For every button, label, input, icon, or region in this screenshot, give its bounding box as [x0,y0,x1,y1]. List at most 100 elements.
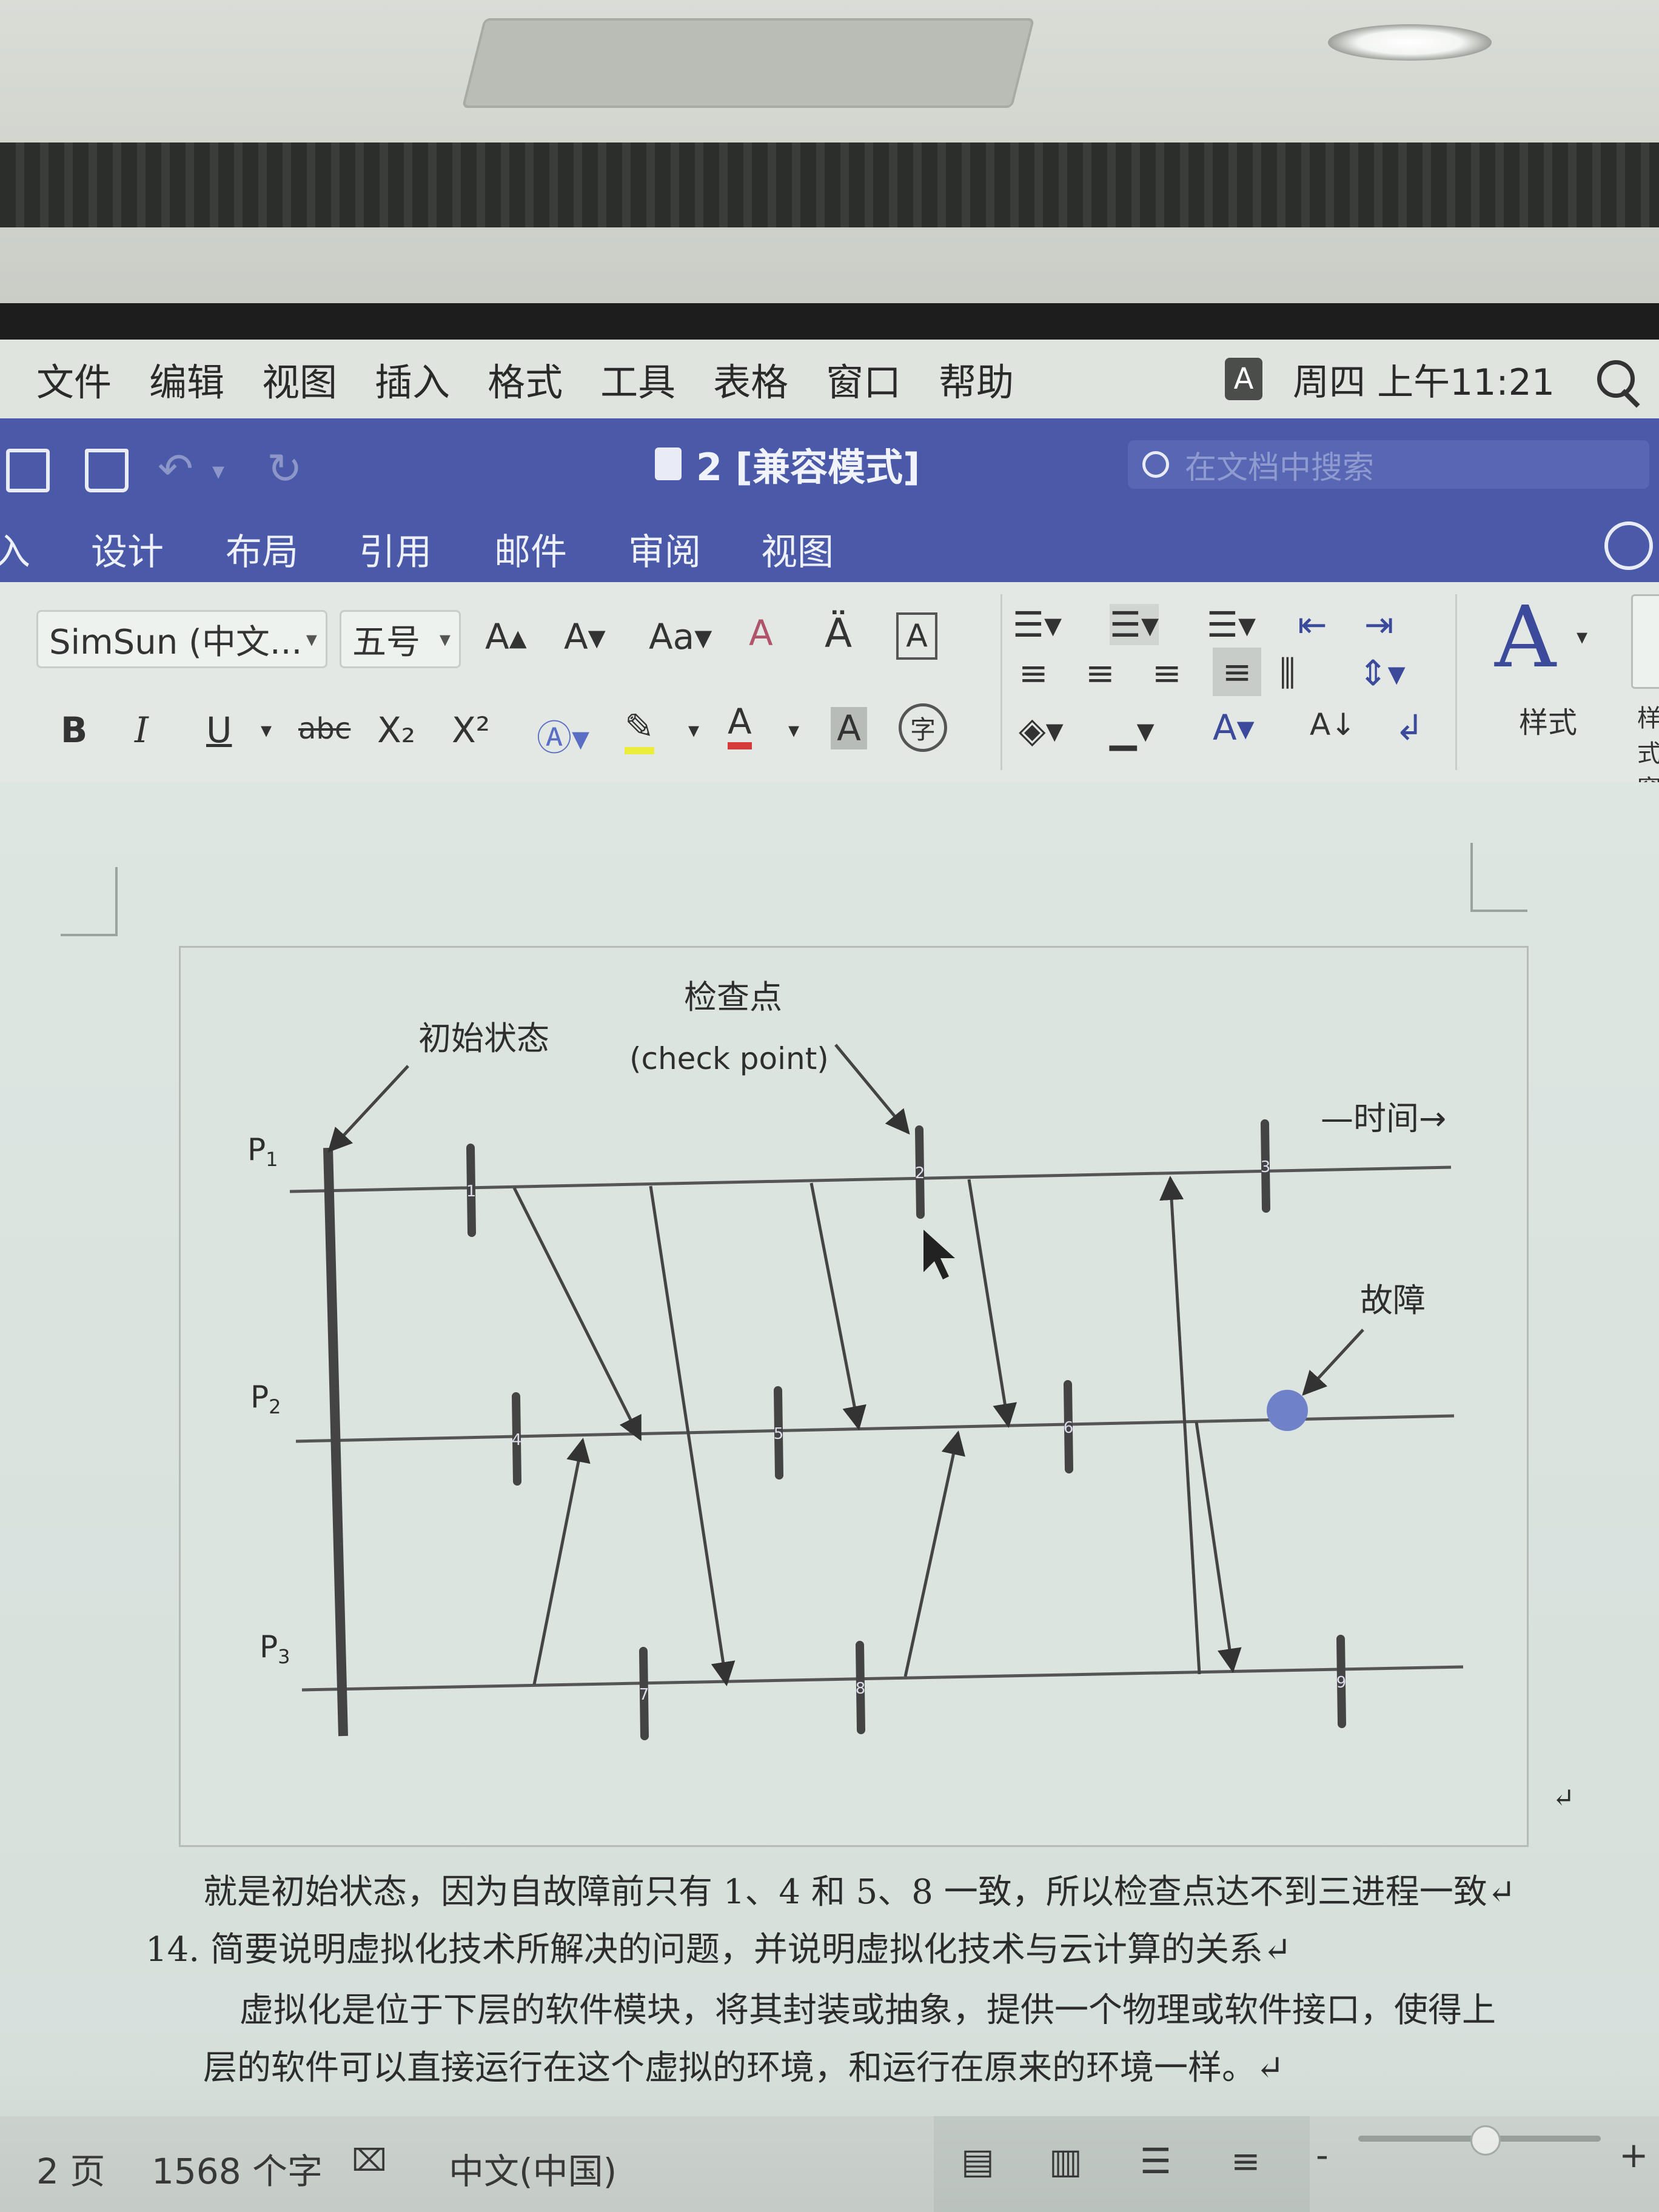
mac-menubar: 文件 编辑 视图 插入 格式 工具 表格 窗口 帮助 A 周四 上午11:21 [0,340,1659,418]
status-language[interactable]: 中文(中国) [449,2143,617,2194]
multilevel-list-icon[interactable]: ☰▾ [1207,604,1256,645]
font-name-value: SimSun (中文... [49,622,303,662]
status-bar: 2 页 1568 个字 ⌧ 中文(中国) ▤ ▥ ☰ ≡ - + [0,2116,1659,2212]
menu-table[interactable]: 表格 [713,352,788,406]
subscript-icon[interactable]: X₂ [377,709,415,751]
zoom-out-icon[interactable]: - [1316,2134,1329,2176]
font-size-value: 五号 [352,622,420,662]
highlight-dropdown-icon[interactable]: ▾ [688,718,699,743]
styles-gallery-icon[interactable]: A [1495,588,1556,687]
print-layout-view-icon[interactable]: ▤ [961,2140,994,2182]
label-checkpoint-en: (check point) [629,1041,829,1076]
underline-dropdown-icon[interactable]: ▾ [261,718,272,743]
sidebar-toggle-icon[interactable] [6,449,50,492]
doc-line-2[interactable]: 14. 简要说明虚拟化技术所解决的问题，并说明虚拟化技术与云计算的关系↵ [146,1922,1292,1971]
zoom-in-icon[interactable]: + [1619,2134,1649,2176]
align-right-icon[interactable]: ≡ [1152,652,1182,694]
menu-tools[interactable]: 工具 [600,352,675,406]
menu-file[interactable]: 文件 [36,352,112,406]
font-size-dropdown[interactable]: 五号 ▾ [340,610,461,668]
tab-view[interactable]: 视图 [761,523,834,575]
numbering-icon[interactable]: ☰▾ [1110,604,1159,645]
ceiling-vent [461,18,1035,108]
label-time: —时间→ [1321,1099,1446,1138]
font-color-dropdown-icon[interactable]: ▾ [788,718,799,743]
doc-line-4[interactable]: 层的软件可以直接运行在这个虚拟的环境，和运行在原来的环境一样。↵ [203,2040,1284,2090]
timeline-p1 [289,1165,1452,1193]
figure-frame[interactable]: 1 2 3 4 5 6 7 8 9 初始状态 检查点 (check point)… [179,946,1529,1847]
font-color-icon[interactable]: A [728,701,752,749]
paragraph-marks-icon[interactable]: ↲ [1395,707,1424,748]
enclose-characters-icon[interactable]: 字 [899,703,947,752]
styles-dropdown-icon[interactable]: ▾ [1577,625,1587,649]
draft-view-icon[interactable]: ≡ [1231,2140,1261,2182]
outline-view-icon[interactable]: ☰ [1140,2140,1171,2182]
justify-icon[interactable]: ≡ [1213,648,1261,696]
spotlight-search-icon[interactable] [1597,360,1635,398]
undo-dropdown-icon[interactable]: ▾ [212,457,224,485]
menu-insert[interactable]: 插入 [375,352,450,406]
strikethrough-icon[interactable]: abc [298,712,350,746]
align-center-icon[interactable]: ≡ [1085,652,1115,694]
undo-icon[interactable]: ↶ [158,444,193,494]
decrease-indent-icon[interactable]: ⇤ [1298,604,1327,645]
styles-pane-icon[interactable] [1631,594,1659,689]
text-effects-icon[interactable]: Ⓐ▾ [537,709,589,760]
tab-mailings[interactable]: 邮件 [494,523,567,575]
tab-references[interactable]: 引用 [359,523,432,575]
change-case-icon[interactable]: Aa▾ [649,616,712,657]
character-shading-icon[interactable]: A [831,707,867,749]
input-method-icon[interactable]: A [1225,358,1263,400]
figure-paragraph-mark: ↵ [1552,1783,1575,1814]
tab-design[interactable]: 设计 [91,523,164,575]
character-spacing-icon[interactable]: A▾ [1213,707,1255,748]
web-layout-view-icon[interactable]: ▥ [1049,2140,1082,2182]
tab-layout[interactable]: 布局 [226,523,298,575]
feedback-smiley-icon[interactable] [1604,521,1653,570]
word-doc-icon [655,447,682,480]
doc-line-1[interactable]: 就是初始状态，因为自故障前只有 1、4 和 5、8 一致，所以检查点达不到三进程… [203,1865,1516,1914]
character-border-icon[interactable]: A [896,612,937,660]
line-spacing-icon[interactable]: ⇕▾ [1358,652,1406,694]
checkpoint-number-9: 9 [1336,1674,1347,1692]
save-icon[interactable] [85,449,129,492]
borders-icon[interactable]: ▁▾ [1110,709,1155,751]
shrink-font-icon[interactable]: A▾ [564,616,606,657]
ribbon-divider [1000,594,1002,770]
font-name-dropdown[interactable]: SimSun (中文... ▾ [36,610,327,668]
zoom-slider-handle[interactable] [1470,2125,1501,2156]
menu-help[interactable]: 帮助 [939,352,1014,406]
doc-line-3[interactable]: 虚拟化是位于下层的软件模块，将其封装或抽象，提供一个物理或软件接口，使得上 [240,1983,1496,2032]
bullets-icon[interactable]: ☰▾ [1013,604,1062,645]
grow-font-icon[interactable]: A▴ [485,616,527,657]
bold-icon[interactable]: B [61,709,87,751]
distributed-icon[interactable]: ⫼ [1279,652,1296,694]
proofing-icon[interactable]: ⌧ [352,2143,387,2178]
italic-icon[interactable]: I [135,709,149,751]
tab-insert[interactable]: 入 [0,523,30,575]
status-word-count[interactable]: 1568 个字 [152,2143,323,2194]
increase-indent-icon[interactable]: ⇥ [1364,604,1394,645]
shading-icon[interactable]: ◈▾ [1019,709,1064,751]
highlight-color-icon[interactable]: ✎ [625,706,654,754]
document-title-text: 2 [兼容模式] [696,445,920,489]
document-search-field[interactable]: 在文档中搜索 [1128,440,1649,489]
menubar-clock[interactable]: 周四 上午11:21 [1293,353,1555,406]
clear-formatting-icon[interactable]: A [749,612,773,654]
phonetic-guide-icon[interactable]: Ä [825,610,852,657]
sort-icon[interactable]: A↓ [1310,707,1356,742]
menu-window[interactable]: 窗口 [826,352,901,406]
status-page-count[interactable]: 2 页 [36,2143,105,2194]
search-placeholder: 在文档中搜索 [1185,449,1375,486]
align-left-icon[interactable]: ≡ [1019,652,1048,694]
message-arrow [532,1438,591,1685]
tab-review[interactable]: 审阅 [628,523,701,575]
menu-edit[interactable]: 编辑 [149,352,224,406]
menu-view[interactable]: 视图 [262,352,337,406]
underline-icon[interactable]: U [206,709,232,751]
checkpoint-number-8: 8 [856,1680,866,1698]
redo-icon[interactable]: ↻ [267,444,303,494]
menu-format[interactable]: 格式 [488,352,563,406]
checkpoint-number-4: 4 [512,1431,522,1449]
superscript-icon[interactable]: X² [452,709,490,751]
